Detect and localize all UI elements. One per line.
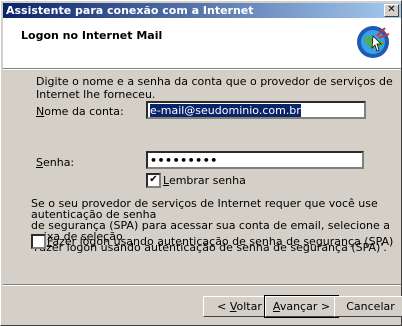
intro-text: Digite o nome e a senha da conta que o p… <box>36 75 393 101</box>
page-title: Logon no Internet Mail <box>21 29 163 42</box>
account-label: Nome da conta: <box>36 105 124 118</box>
spa-checkbox[interactable] <box>31 234 46 249</box>
title-bar: Assistente para conexão com a Internet ✕ <box>3 3 401 18</box>
password-label: Senha: <box>36 156 75 169</box>
password-input[interactable]: ••••••••• <box>146 151 364 169</box>
window-title: Assistente para conexão com a Internet <box>6 4 254 17</box>
remember-password-checkbox[interactable]: ✔ <box>146 173 161 188</box>
wizard-window: Assistente para conexão com a Internet ✕… <box>0 0 402 326</box>
internet-wizard-icon <box>357 26 390 58</box>
next-button[interactable]: Avançar > <box>264 295 339 318</box>
close-button[interactable]: ✕ <box>384 4 399 17</box>
wizard-header: Logon no Internet Mail <box>3 18 401 68</box>
account-name-input[interactable]: e-mail@seudominio.com.br <box>146 101 366 119</box>
remember-password-label[interactable]: Lembrar senha <box>163 174 246 187</box>
cancel-button[interactable]: Cancelar <box>334 296 402 317</box>
spa-checkbox-label[interactable]: Fazer logon usando autenticação de senha… <box>47 235 393 248</box>
close-icon: ✕ <box>387 4 396 15</box>
account-name-value: e-mail@seudominio.com.br <box>150 104 301 117</box>
button-divider <box>3 284 401 286</box>
password-value: ••••••••• <box>150 154 218 167</box>
header-divider <box>3 68 401 70</box>
checkmark-icon: ✔ <box>149 174 158 185</box>
